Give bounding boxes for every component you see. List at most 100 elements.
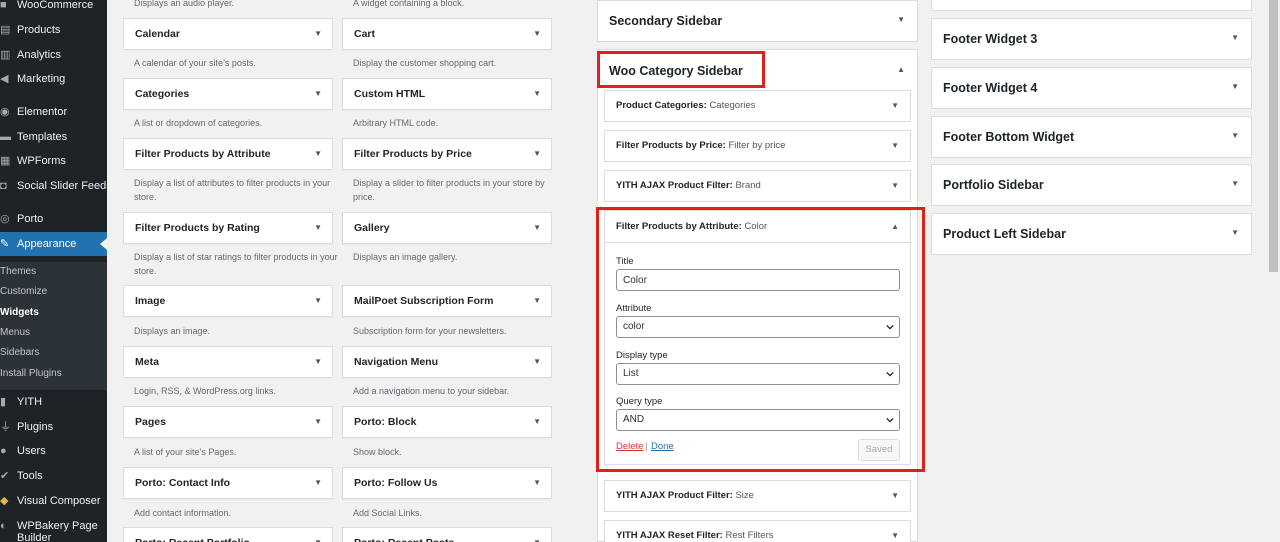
caret-down-icon[interactable]: ▼: [533, 286, 541, 316]
caret-up-icon[interactable]: ▲: [897, 50, 905, 90]
widget-navigation-menu[interactable]: Navigation Menu ▼: [342, 346, 552, 378]
sidebar-widget-filter-price[interactable]: Filter Products by Price: Filter by pric…: [604, 130, 911, 162]
submenu-themes[interactable]: Themes: [0, 263, 107, 281]
caret-down-icon[interactable]: ▼: [314, 407, 322, 437]
caret-down-icon[interactable]: ▼: [314, 19, 322, 49]
widget-porto-block[interactable]: Porto: Block ▼: [342, 406, 552, 438]
sidebar-widget-product-categories[interactable]: Product Categories: Categories ▼: [604, 90, 911, 122]
caret-down-icon[interactable]: ▼: [1231, 214, 1239, 252]
caret-down-icon[interactable]: ▼: [314, 468, 322, 498]
widget-desc: A list of your site’s Pages.: [134, 447, 237, 457]
page-scrollbar[interactable]: [1267, 0, 1280, 542]
caret-down-icon[interactable]: ▼: [314, 79, 322, 109]
caret-down-icon[interactable]: ▼: [314, 139, 322, 169]
widget-porto-follow-us[interactable]: Porto: Follow Us ▼: [342, 467, 552, 499]
query-type-select[interactable]: AND: [616, 409, 900, 431]
sidebar-footer-bottom-widget[interactable]: Footer Bottom Widget ▼: [931, 116, 1252, 158]
menu-item-plugins[interactable]: ⏚ Plugins: [0, 415, 107, 439]
caret-down-icon[interactable]: ▼: [533, 139, 541, 169]
caret-down-icon[interactable]: ▼: [1231, 68, 1239, 106]
widget-image[interactable]: Image ▼: [123, 285, 333, 317]
saved-button[interactable]: Saved: [858, 439, 900, 461]
display-type-label: Display type: [616, 350, 668, 361]
widget-desc: Arbitrary HTML code.: [353, 118, 439, 128]
caret-down-icon[interactable]: ▼: [1231, 19, 1239, 57]
caret-down-icon[interactable]: ▼: [891, 91, 899, 121]
submenu-widgets[interactable]: Widgets: [0, 304, 107, 322]
widget-calendar[interactable]: Calendar ▼: [123, 18, 333, 50]
menu-item-analytics[interactable]: ▥ Analytics: [0, 43, 107, 67]
attribute-select[interactable]: color: [616, 316, 900, 338]
widget-desc: A list or dropdown of categories.: [134, 118, 263, 128]
widget-mailpoet-form[interactable]: MailPoet Subscription Form ▼: [342, 285, 552, 317]
menu-item-appearance[interactable]: ✎ Appearance: [0, 232, 107, 256]
menu-item-visual-composer[interactable]: ◆ Visual Composer: [0, 489, 107, 513]
caret-down-icon[interactable]: ▼: [533, 79, 541, 109]
instagram-icon: ◘: [0, 180, 7, 192]
sidebar-footer-widget-3[interactable]: Footer Widget 3 ▼: [931, 18, 1252, 60]
done-link[interactable]: Done: [651, 441, 674, 452]
widget-meta[interactable]: Meta ▼: [123, 346, 333, 378]
caret-down-icon[interactable]: ▼: [891, 171, 899, 201]
widget-porto-recent-portfolio[interactable]: Porto: Recent Portfolio ▼: [123, 527, 333, 542]
scrollbar-thumb[interactable]: [1269, 0, 1278, 272]
widget-cart[interactable]: Cart ▼: [342, 18, 552, 50]
delete-link[interactable]: Delete: [616, 441, 643, 452]
caret-down-icon[interactable]: ▼: [1231, 117, 1239, 155]
admin-menu: ■ WooCommerce ▤ Products ▥ Analytics ◀ M…: [0, 0, 107, 542]
widget-categories[interactable]: Categories ▼: [123, 78, 333, 110]
caret-down-icon[interactable]: ▼: [314, 528, 322, 542]
menu-item-porto[interactable]: ◎ Porto: [0, 207, 107, 231]
title-input[interactable]: [616, 269, 900, 291]
menu-item-tools[interactable]: ✔ Tools: [0, 464, 107, 488]
submenu-sidebars[interactable]: Sidebars: [0, 344, 107, 362]
sidebar-cut-top[interactable]: [931, 0, 1252, 11]
widget-gallery[interactable]: Gallery ▼: [342, 212, 552, 244]
widget-form-header[interactable]: Filter Products by Attribute: Color ▲: [605, 211, 910, 243]
submenu-customize[interactable]: Customize: [0, 283, 107, 301]
widget-porto-contact-info[interactable]: Porto: Contact Info ▼: [123, 467, 333, 499]
menu-item-woocommerce[interactable]: ■ WooCommerce: [0, 0, 107, 17]
menu-item-wpforms[interactable]: ▦ WPForms: [0, 149, 107, 173]
caret-down-icon[interactable]: ▼: [314, 213, 322, 243]
sidebar-widget-yith-reset[interactable]: YITH AJAX Reset Filter: Rest Filters ▼: [604, 520, 911, 542]
caret-down-icon[interactable]: ▼: [533, 19, 541, 49]
caret-down-icon[interactable]: ▼: [533, 407, 541, 437]
sidebar-footer-widget-4[interactable]: Footer Widget 4 ▼: [931, 67, 1252, 109]
widget-custom-html[interactable]: Custom HTML ▼: [342, 78, 552, 110]
menu-item-elementor[interactable]: ◉ Elementor: [0, 100, 107, 124]
sidebar-secondary[interactable]: Secondary Sidebar ▼: [597, 0, 918, 42]
caret-down-icon[interactable]: ▼: [533, 468, 541, 498]
widget-filter-by-price[interactable]: Filter Products by Price ▼: [342, 138, 552, 170]
sidebar-widget-yith-size[interactable]: YITH AJAX Product Filter: Size ▼: [604, 480, 911, 512]
menu-item-yith[interactable]: ▮ YITH: [0, 390, 107, 414]
caret-down-icon[interactable]: ▼: [1231, 165, 1239, 203]
display-type-select[interactable]: List: [616, 363, 900, 385]
caret-down-icon[interactable]: ▼: [891, 481, 899, 511]
submenu-menus[interactable]: Menus: [0, 324, 107, 342]
caret-up-icon[interactable]: ▲: [891, 211, 899, 243]
sidebar-product-left[interactable]: Product Left Sidebar ▼: [931, 213, 1252, 255]
caret-down-icon[interactable]: ▼: [533, 528, 541, 542]
caret-down-icon[interactable]: ▼: [533, 347, 541, 377]
caret-down-icon[interactable]: ▼: [314, 286, 322, 316]
menu-item-social-slider-feeds[interactable]: ◘ Social Slider Feeds: [0, 174, 107, 198]
menu-item-users[interactable]: ● Users: [0, 439, 107, 463]
sidebar-widget-yith-brand[interactable]: YITH AJAX Product Filter: Brand ▼: [604, 170, 911, 202]
caret-down-icon[interactable]: ▼: [897, 1, 905, 39]
submenu-install-plugins[interactable]: Install Plugins: [0, 365, 107, 383]
menu-item-marketing[interactable]: ◀ Marketing: [0, 67, 107, 91]
widget-porto-recent-posts[interactable]: Porto: Recent Posts ▼: [342, 527, 552, 542]
caret-down-icon[interactable]: ▼: [891, 521, 899, 542]
widget-pages[interactable]: Pages ▼: [123, 406, 333, 438]
caret-down-icon[interactable]: ▼: [891, 131, 899, 161]
menu-item-wpbakery[interactable]: ◐ WPBakery Page Builder: [0, 514, 107, 542]
caret-down-icon[interactable]: ▼: [314, 347, 322, 377]
widget-filter-by-attribute[interactable]: Filter Products by Attribute ▼: [123, 138, 333, 170]
analytics-icon: ▥: [0, 49, 11, 61]
menu-item-products[interactable]: ▤ Products: [0, 18, 107, 42]
menu-item-templates[interactable]: ▬ Templates: [0, 125, 107, 149]
widget-filter-by-rating[interactable]: Filter Products by Rating ▼: [123, 212, 333, 244]
sidebar-portfolio[interactable]: Portfolio Sidebar ▼: [931, 164, 1252, 206]
caret-down-icon[interactable]: ▼: [533, 213, 541, 243]
